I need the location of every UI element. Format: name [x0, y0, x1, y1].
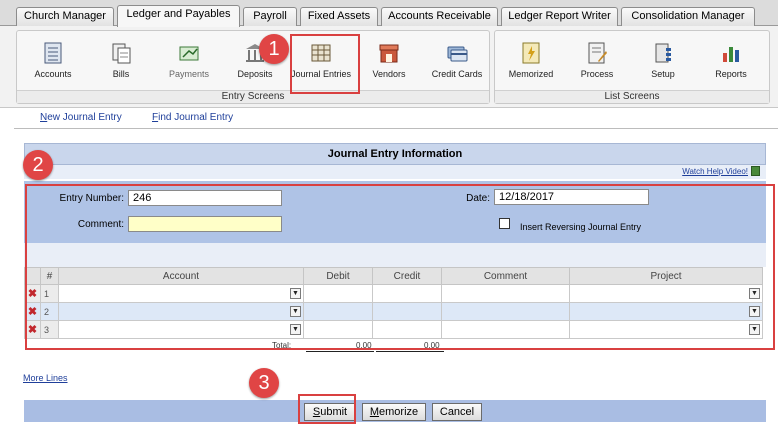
total-credit-underline [376, 351, 444, 352]
accounts-button[interactable]: Accounts [21, 37, 85, 85]
setup-icon [652, 41, 674, 65]
callout-step-2: 2 [23, 150, 53, 180]
tab-church-manager[interactable]: Church Manager [16, 7, 114, 26]
help-video-link[interactable]: Watch Help Video! [682, 167, 748, 176]
memorized-label: Memorized [508, 69, 554, 79]
more-lines-link[interactable]: More Lines [23, 373, 68, 383]
process-label: Process [580, 69, 614, 79]
bills-button[interactable]: Bills [89, 37, 153, 85]
accounts-icon [42, 41, 64, 65]
cancel-button[interactable]: Cancel [432, 403, 482, 421]
bills-label: Bills [112, 69, 130, 79]
total-debit-underline [306, 351, 374, 352]
setup-button[interactable]: Setup [631, 37, 695, 85]
credit-cards-label: Credit Cards [431, 69, 483, 79]
form-highlight [25, 184, 775, 350]
credit-cards-icon [446, 41, 468, 65]
vendors-icon [378, 41, 400, 65]
new-journal-entry-label: ew Journal Entry [47, 112, 122, 123]
credit-cards-button[interactable]: Credit Cards [425, 37, 489, 85]
entry-screens-label: Entry Screens [17, 90, 489, 103]
entry-screens-group: Accounts Bills Payments Deposits Journal… [16, 30, 490, 104]
list-screens-group: Memorized Process Setup Reports List Scr… [494, 30, 770, 104]
submit-highlight [298, 394, 356, 424]
payments-label: Payments [168, 69, 210, 79]
memorize-hotkey: M [369, 406, 380, 418]
tab-ledger-and-payables[interactable]: Ledger and Payables [117, 5, 240, 27]
find-journal-entry-label: ind Journal Entry [158, 112, 234, 123]
callout-step-3: 3 [249, 368, 279, 398]
callout-step-1: 1 [259, 34, 289, 64]
find-journal-entry-link[interactable]: Find Journal Entry [152, 112, 233, 123]
reports-label: Reports [715, 69, 747, 79]
action-bar: Submit Memorize Cancel [24, 400, 766, 422]
toolbar-ribbon: Accounts Bills Payments Deposits Journal… [0, 26, 778, 108]
setup-label: Setup [651, 69, 675, 79]
deposits-label: Deposits [237, 69, 273, 79]
tab-ledger-report-writer[interactable]: Ledger Report Writer [501, 7, 618, 26]
panel-title: Journal Entry Information [24, 143, 766, 165]
memorized-icon [520, 41, 542, 65]
process-button[interactable]: Process [565, 37, 629, 85]
tab-fixed-assets[interactable]: Fixed Assets [300, 7, 378, 26]
reports-button[interactable]: Reports [699, 37, 763, 85]
journal-entries-highlight [290, 34, 360, 94]
tab-payroll[interactable]: Payroll [243, 7, 297, 26]
vendors-button[interactable]: Vendors [357, 37, 421, 85]
help-row: Watch Help Video! [24, 165, 766, 179]
tab-accounts-receivable[interactable]: Accounts Receivable [381, 7, 498, 26]
memorize-label: emorize [379, 406, 419, 418]
payments-icon [178, 41, 200, 65]
vendors-label: Vendors [372, 69, 406, 79]
module-tab-bar: Church Manager Ledger and Payables Payro… [0, 0, 778, 27]
reports-icon [720, 41, 742, 65]
bills-icon [110, 41, 132, 65]
list-screens-label: List Screens [495, 90, 769, 103]
divider [14, 128, 778, 129]
memorized-button[interactable]: Memorized [499, 37, 563, 85]
new-journal-entry-link[interactable]: New Journal Entry [40, 112, 122, 123]
tab-consolidation-manager[interactable]: Consolidation Manager [621, 7, 755, 26]
process-icon [586, 41, 608, 65]
payments-button[interactable]: Payments [157, 37, 221, 85]
accounts-label: Accounts [34, 69, 72, 79]
action-links: New Journal Entry Find Journal Entry [14, 112, 778, 126]
memorize-button[interactable]: Memorize [362, 403, 426, 421]
video-icon[interactable] [751, 166, 760, 176]
app-root: Church Manager Ledger and Payables Payro… [0, 0, 778, 425]
